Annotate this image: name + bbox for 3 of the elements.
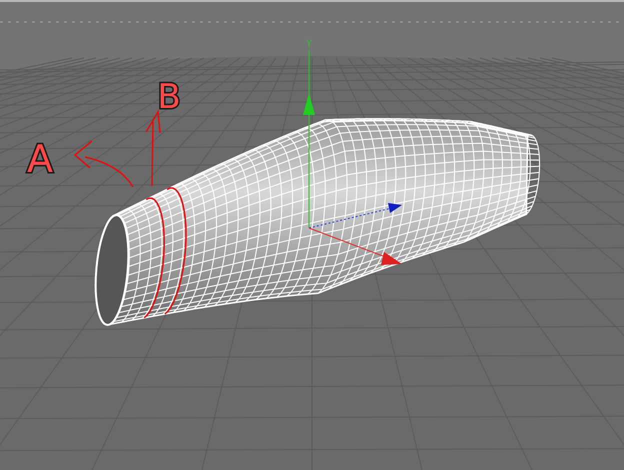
annotation-label: A	[27, 137, 53, 181]
annotation-label: B	[157, 77, 181, 117]
axis-label: Y	[306, 39, 312, 50]
